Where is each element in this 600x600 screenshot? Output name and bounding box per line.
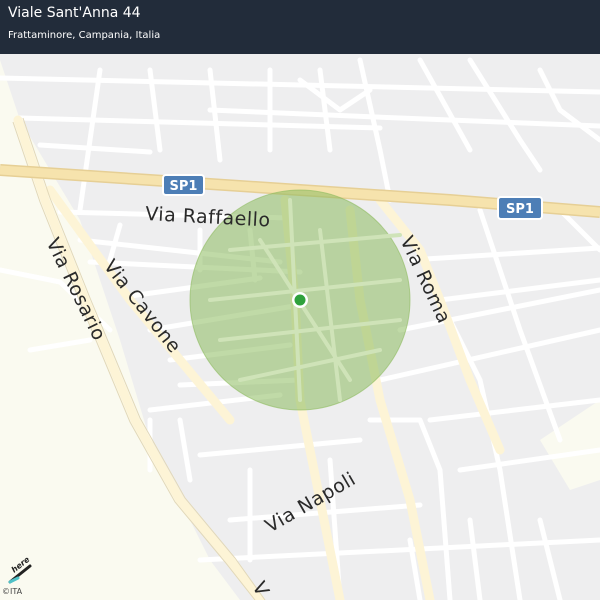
shield-label: SP1 (170, 179, 198, 194)
address-title: Viale Sant'Anna 44 (8, 5, 141, 21)
sp1-shield-left: SP1 (162, 174, 205, 196)
shield-label: SP1 (506, 202, 534, 217)
sp1-shield-right: SP1 (497, 196, 543, 220)
map-canvas[interactable]: SP1 SP1 Via Raffaello Via Roma Via Rosar… (0, 0, 600, 600)
copyright-text: ©ITA (2, 587, 23, 596)
address-subtitle: Frattaminore, Campania, Italia (8, 30, 161, 41)
current-location-marker[interactable] (294, 294, 306, 306)
map-page: SP1 SP1 Via Raffaello Via Roma Via Rosar… (0, 0, 600, 600)
address-header: Viale Sant'Anna 44 Frattaminore, Campani… (0, 0, 600, 54)
